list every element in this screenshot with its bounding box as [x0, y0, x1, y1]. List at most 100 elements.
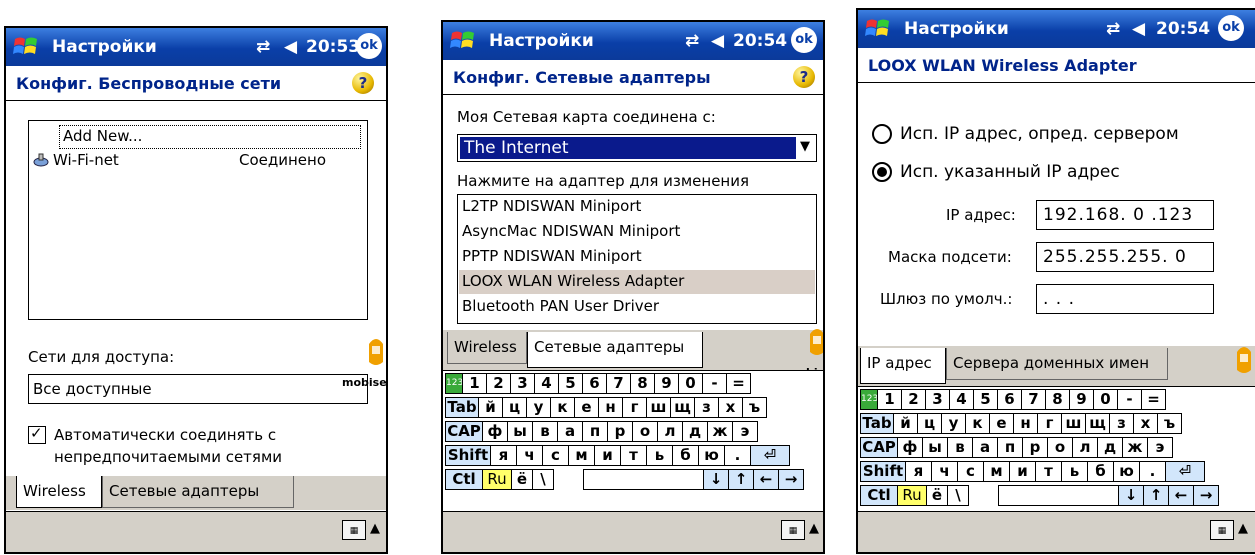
ok-button[interactable]: ok — [1218, 15, 1244, 41]
connectivity-icon[interactable]: ⇄ — [256, 37, 270, 57]
key-э[interactable]: э — [732, 421, 758, 442]
key-9[interactable]: 9 — [1069, 389, 1094, 410]
key-→[interactable]: → — [778, 469, 804, 490]
key-\[interactable]: \ — [532, 469, 554, 490]
gateway-field[interactable]: . . . — [1036, 284, 1214, 314]
key-л[interactable]: л — [657, 421, 683, 442]
auto-connect-checkbox[interactable]: ✓ — [28, 424, 46, 444]
list-item-wifi-net[interactable]: Wi-Fi-net Соединено — [33, 149, 363, 173]
key-ё[interactable]: ё — [511, 469, 533, 490]
key-ё[interactable]: ё — [926, 485, 948, 506]
key-з[interactable]: з — [694, 397, 719, 418]
key-ю[interactable]: ю — [1113, 461, 1140, 482]
key-123[interactable]: 123 — [445, 373, 463, 394]
key-у[interactable]: у — [526, 397, 551, 418]
key-7[interactable]: 7 — [1021, 389, 1046, 410]
key-ц[interactable]: ц — [917, 413, 942, 434]
key-.[interactable]: . — [724, 445, 751, 466]
key-enter-icon[interactable]: ⏎ — [750, 445, 790, 466]
key--[interactable]: - — [702, 373, 727, 394]
key-р[interactable]: р — [607, 421, 633, 442]
key-.[interactable]: . — [1139, 461, 1166, 482]
key-ж[interactable]: ж — [707, 421, 733, 442]
key-8[interactable]: 8 — [630, 373, 655, 394]
clock-time[interactable]: 20:54 — [733, 31, 787, 51]
windows-flag-icon[interactable] — [864, 16, 892, 42]
key-п[interactable]: п — [582, 421, 608, 442]
adapter-item[interactable]: AsyncMac NDISWAN Miniport — [462, 222, 680, 240]
key-й[interactable]: й — [893, 413, 918, 434]
dropdown-arrow-icon[interactable]: ▼ — [800, 139, 810, 154]
key-3[interactable]: 3 — [925, 389, 950, 410]
key-к[interactable]: к — [550, 397, 575, 418]
key-Shift[interactable]: Shift — [445, 445, 491, 466]
key-е[interactable]: е — [574, 397, 599, 418]
key-х[interactable]: х — [1133, 413, 1158, 434]
keyboard-icon[interactable]: ▦ — [1210, 520, 1234, 540]
key-я[interactable]: я — [905, 461, 932, 482]
key-space[interactable] — [583, 469, 704, 490]
key-щ[interactable]: щ — [670, 397, 695, 418]
key-г[interactable]: г — [622, 397, 647, 418]
adapter-item[interactable]: Bluetooth PAN User Driver — [462, 297, 659, 315]
key-ш[interactable]: ш — [646, 397, 671, 418]
help-icon[interactable]: ? — [352, 72, 374, 94]
key-н[interactable]: н — [598, 397, 623, 418]
tab-wireless[interactable]: Wireless — [447, 332, 527, 364]
key-р[interactable]: р — [1022, 437, 1048, 458]
key-т[interactable]: т — [1035, 461, 1062, 482]
key-ъ[interactable]: ъ — [742, 397, 767, 418]
tab-dns-servers[interactable]: Сервера доменных имен — [946, 348, 1168, 380]
key-CAP[interactable]: CAP — [860, 437, 898, 458]
key-в[interactable]: в — [532, 421, 558, 442]
key-щ[interactable]: щ — [1085, 413, 1110, 434]
key-ч[interactable]: ч — [931, 461, 958, 482]
key-Shift[interactable]: Shift — [860, 461, 906, 482]
subnet-mask-field[interactable]: 255.255.255. 0 — [1036, 242, 1214, 272]
key-п[interactable]: п — [997, 437, 1023, 458]
key-т[interactable]: т — [620, 445, 647, 466]
tab-wireless[interactable]: Wireless — [16, 476, 102, 508]
key-л[interactable]: л — [1072, 437, 1098, 458]
key-→[interactable]: → — [1193, 485, 1219, 506]
key-и[interactable]: и — [594, 445, 621, 466]
key-4[interactable]: 4 — [949, 389, 974, 410]
key-↓[interactable]: ↓ — [703, 469, 729, 490]
key-CAP[interactable]: CAP — [445, 421, 483, 442]
tab-network-adapters[interactable]: Сетевые адаптеры — [102, 476, 294, 508]
key-Ctl[interactable]: Ctl — [860, 485, 898, 506]
key-↓[interactable]: ↓ — [1118, 485, 1144, 506]
key-ф[interactable]: ф — [897, 437, 923, 458]
key-6[interactable]: 6 — [997, 389, 1022, 410]
key-5[interactable]: 5 — [973, 389, 998, 410]
key-д[interactable]: д — [682, 421, 708, 442]
windows-flag-icon[interactable] — [449, 28, 477, 54]
tab-network-adapters[interactable]: Сетевые адаптеры — [527, 332, 703, 368]
clock-time[interactable]: 20:54 — [1156, 19, 1210, 39]
key-7[interactable]: 7 — [606, 373, 631, 394]
key-а[interactable]: а — [557, 421, 583, 442]
key-м[interactable]: м — [983, 461, 1010, 482]
key-ч[interactable]: ч — [516, 445, 543, 466]
keyboard-icon[interactable]: ▦ — [781, 520, 805, 540]
key-э[interactable]: э — [1147, 437, 1173, 458]
clock-time[interactable]: 20:53 — [306, 37, 360, 57]
adapter-item[interactable]: PPTP NDISWAN Miniport — [462, 247, 642, 265]
key-123[interactable]: 123 — [860, 389, 878, 410]
key-д[interactable]: д — [1097, 437, 1123, 458]
key-ю[interactable]: ю — [698, 445, 725, 466]
ok-button[interactable]: ok — [791, 27, 817, 53]
key-enter-icon[interactable]: ⏎ — [1165, 461, 1205, 482]
key--[interactable]: - — [1117, 389, 1142, 410]
key-↑[interactable]: ↑ — [1143, 485, 1169, 506]
key-=[interactable]: = — [726, 373, 751, 394]
key-я[interactable]: я — [490, 445, 517, 466]
key-с[interactable]: с — [542, 445, 569, 466]
keyboard-icon[interactable]: ▦ — [342, 520, 366, 540]
key-о[interactable]: о — [632, 421, 658, 442]
key-ь[interactable]: ь — [646, 445, 673, 466]
key-в[interactable]: в — [947, 437, 973, 458]
key-Tab[interactable]: Tab — [445, 397, 479, 418]
key-ц[interactable]: ц — [502, 397, 527, 418]
key-ь[interactable]: ь — [1061, 461, 1088, 482]
